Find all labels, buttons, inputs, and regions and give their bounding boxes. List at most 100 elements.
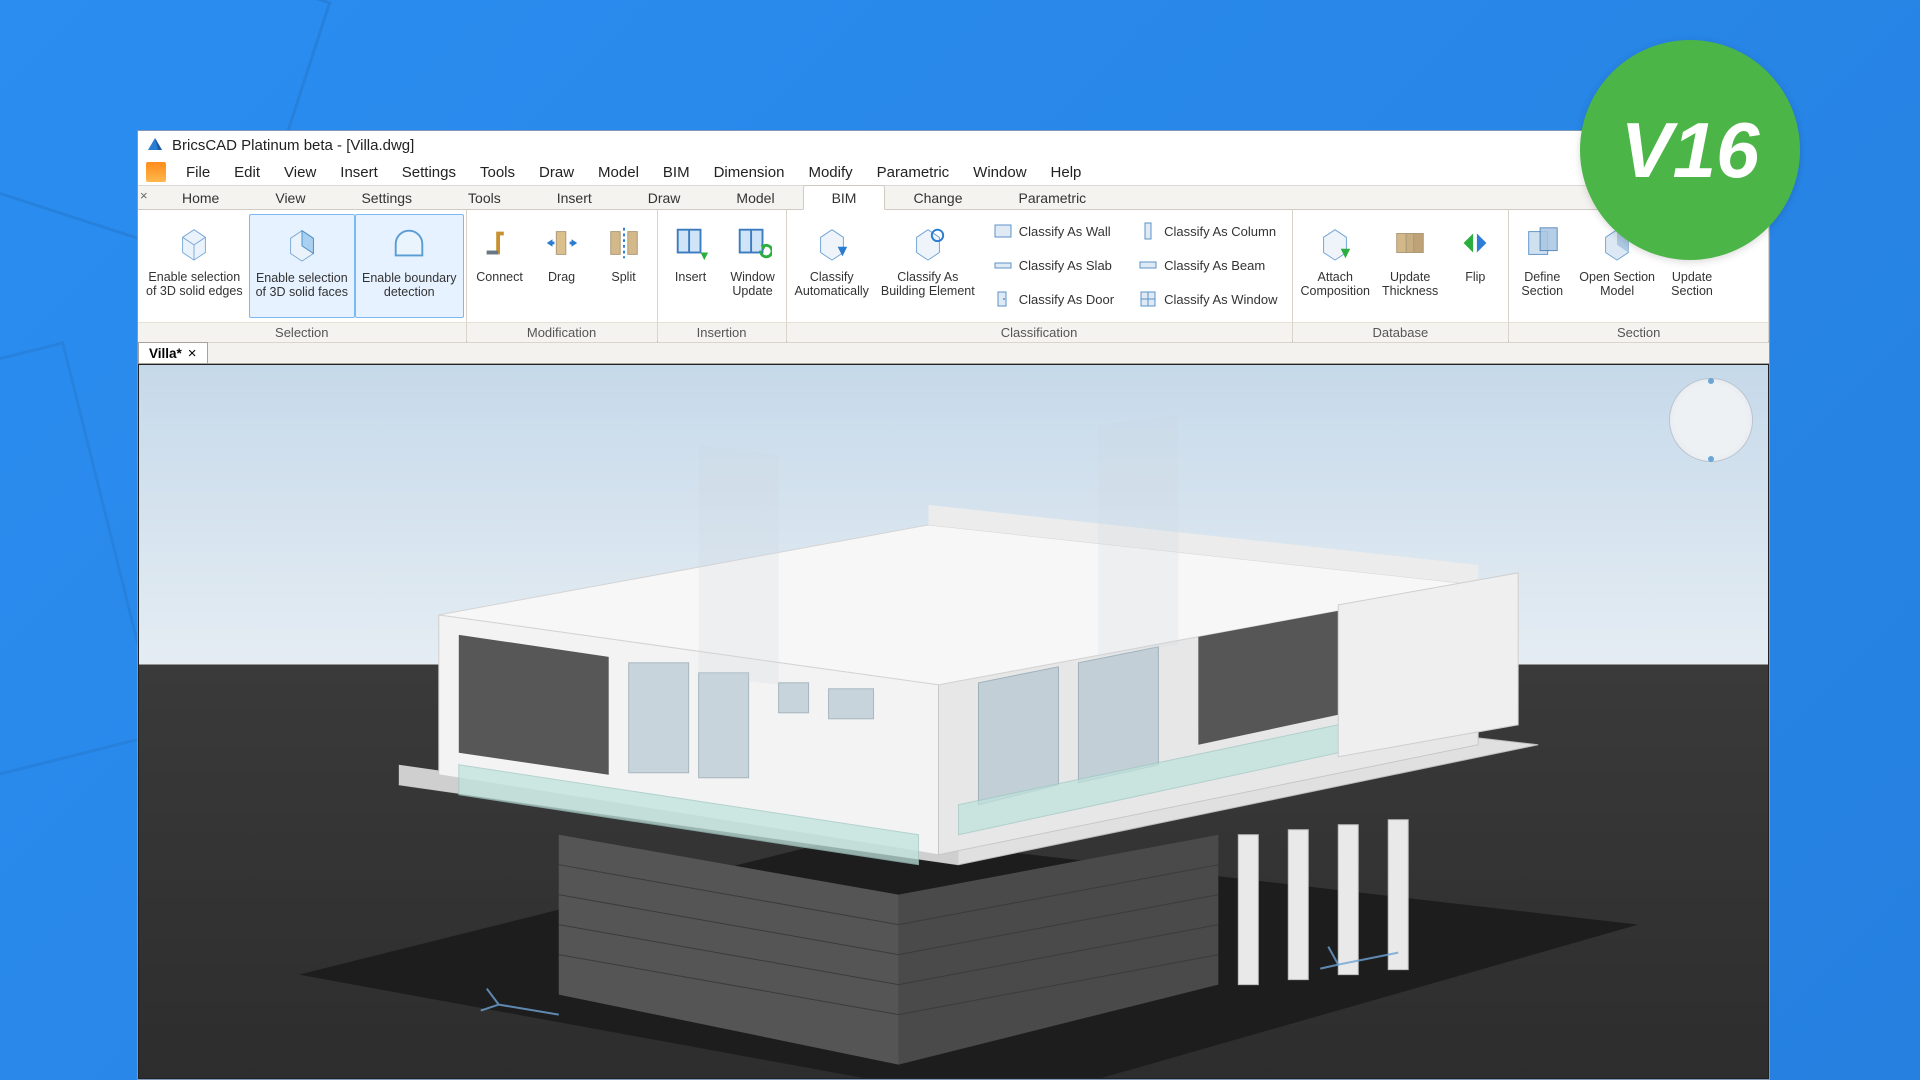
menu-insert[interactable]: Insert bbox=[328, 160, 390, 185]
lbl: Thickness bbox=[1382, 284, 1438, 298]
btn-attach-composition[interactable]: AttachComposition bbox=[1295, 214, 1376, 318]
btn-update-thickness[interactable]: UpdateThickness bbox=[1376, 214, 1444, 318]
menu-parametric[interactable]: Parametric bbox=[865, 160, 962, 185]
connect-icon bbox=[479, 222, 521, 264]
document-tab-strip bbox=[208, 342, 1769, 363]
lbl: Classify As Door bbox=[1019, 292, 1114, 307]
group-label-database: Database bbox=[1293, 322, 1509, 342]
menu-modify[interactable]: Modify bbox=[796, 160, 864, 185]
lbl: Open Section bbox=[1579, 270, 1655, 284]
split-icon bbox=[603, 222, 645, 264]
btn-classify-auto[interactable]: ClassifyAutomatically bbox=[789, 214, 875, 318]
lbl: Update bbox=[1390, 270, 1430, 284]
lbl: Classify As bbox=[897, 270, 958, 284]
btn-enable-boundary-detection[interactable]: Enable boundarydetection bbox=[355, 214, 464, 318]
lbl: Attach bbox=[1318, 270, 1353, 284]
window-icon bbox=[1138, 289, 1158, 309]
btn-classify-window[interactable]: Classify As Window bbox=[1132, 284, 1283, 314]
cube-edge-icon bbox=[173, 222, 215, 264]
btn-insert[interactable]: Insert bbox=[660, 214, 722, 318]
document-tab[interactable]: Villa* × bbox=[138, 342, 208, 363]
ribbon-tab-parametric[interactable]: Parametric bbox=[991, 186, 1115, 209]
menu-tools[interactable]: Tools bbox=[468, 160, 527, 185]
btn-classify-building-element[interactable]: Classify AsBuilding Element bbox=[875, 214, 981, 318]
menu-window[interactable]: Window bbox=[961, 160, 1038, 185]
window-update-icon bbox=[732, 222, 774, 264]
lbl: Split bbox=[611, 270, 635, 284]
update-thickness-icon bbox=[1389, 222, 1431, 264]
menu-draw[interactable]: Draw bbox=[527, 160, 586, 185]
lbl: Enable selection bbox=[256, 271, 348, 285]
door-icon bbox=[993, 289, 1013, 309]
btn-classify-beam[interactable]: Classify As Beam bbox=[1132, 250, 1283, 280]
ribbon-tab-bim[interactable]: BIM bbox=[803, 185, 886, 210]
btn-enable-sel-faces[interactable]: Enable selectionof 3D solid faces bbox=[249, 214, 355, 318]
btn-connect[interactable]: Connect bbox=[469, 214, 531, 318]
ribbon-tab-change[interactable]: Change bbox=[885, 186, 990, 209]
version-badge-text: V16 bbox=[1621, 105, 1760, 196]
window-title: BricsCAD Platinum beta - [Villa.dwg] bbox=[172, 137, 414, 154]
menu-view[interactable]: View bbox=[272, 160, 328, 185]
menu-edit[interactable]: Edit bbox=[222, 160, 272, 185]
group-label-section: Section bbox=[1509, 322, 1768, 342]
ribbon-tab-model[interactable]: Model bbox=[708, 186, 802, 209]
ribbon-tab-settings[interactable]: Settings bbox=[333, 186, 440, 209]
lbl: Insert bbox=[675, 270, 706, 284]
ribbon-tab-home[interactable]: Home bbox=[154, 186, 247, 209]
menu-dimension[interactable]: Dimension bbox=[702, 160, 797, 185]
lbl: Composition bbox=[1301, 284, 1370, 298]
ribbon-group-selection: Enable selectionof 3D solid edges Enable… bbox=[138, 210, 467, 341]
lbl: Classify As Window bbox=[1164, 292, 1277, 307]
btn-split[interactable]: Split bbox=[593, 214, 655, 318]
define-section-icon bbox=[1521, 222, 1563, 264]
lbl: Building Element bbox=[881, 284, 975, 298]
btn-classify-wall[interactable]: Classify As Wall bbox=[987, 216, 1120, 246]
ribbon: Enable selectionof 3D solid edges Enable… bbox=[138, 210, 1769, 342]
btn-enable-sel-edges[interactable]: Enable selectionof 3D solid edges bbox=[140, 214, 249, 318]
ribbon-tab-insert[interactable]: Insert bbox=[529, 186, 620, 209]
app-menu-icon[interactable] bbox=[146, 162, 166, 182]
menu-model[interactable]: Model bbox=[586, 160, 651, 185]
ribbon-tab-tools[interactable]: Tools bbox=[440, 186, 529, 209]
menu-file[interactable]: File bbox=[174, 160, 222, 185]
lbl: Classify As Beam bbox=[1164, 258, 1265, 273]
btn-drag[interactable]: Drag bbox=[531, 214, 593, 318]
group-label-insertion: Insertion bbox=[658, 322, 786, 342]
lbl: Enable boundary bbox=[362, 271, 457, 285]
ribbon-group-insertion: Insert WindowUpdate Insertion bbox=[658, 210, 787, 341]
btn-classify-slab[interactable]: Classify As Slab bbox=[987, 250, 1120, 280]
lbl: of 3D solid edges bbox=[146, 284, 243, 298]
lbl: Automatically bbox=[795, 284, 869, 298]
close-icon[interactable]: × bbox=[188, 345, 197, 362]
document-tab-bar: Villa* × bbox=[138, 342, 1769, 364]
slab-icon bbox=[993, 255, 1013, 275]
btn-flip[interactable]: Flip bbox=[1444, 214, 1506, 318]
lbl: detection bbox=[384, 285, 435, 299]
menu-bim[interactable]: BIM bbox=[651, 160, 702, 185]
lbl: Enable selection bbox=[148, 270, 240, 284]
btn-classify-column[interactable]: Classify As Column bbox=[1132, 216, 1283, 246]
ribbon-close-icon[interactable]: × bbox=[140, 188, 148, 203]
app-logo-icon bbox=[146, 136, 164, 154]
btn-classify-door[interactable]: Classify As Door bbox=[987, 284, 1120, 314]
titlebar[interactable]: BricsCAD Platinum beta - [Villa.dwg] bbox=[138, 131, 1769, 159]
ribbon-tab-view[interactable]: View bbox=[247, 186, 333, 209]
drag-icon bbox=[541, 222, 583, 264]
column-icon bbox=[1138, 221, 1158, 241]
attach-composition-icon bbox=[1314, 222, 1356, 264]
lbl: Drag bbox=[548, 270, 575, 284]
insert-window-icon bbox=[670, 222, 712, 264]
document-tab-title: Villa* bbox=[149, 346, 182, 361]
lbl: Classify As Column bbox=[1164, 224, 1276, 239]
lbl: Model bbox=[1600, 284, 1634, 298]
beam-icon bbox=[1138, 255, 1158, 275]
menubar: File Edit View Insert Settings Tools Dra… bbox=[138, 159, 1769, 186]
menu-help[interactable]: Help bbox=[1039, 160, 1094, 185]
model-viewport[interactable] bbox=[138, 364, 1769, 1079]
boundary-icon bbox=[388, 223, 430, 265]
btn-window-update[interactable]: WindowUpdate bbox=[722, 214, 784, 318]
menu-settings[interactable]: Settings bbox=[390, 160, 468, 185]
ribbon-tab-draw[interactable]: Draw bbox=[620, 186, 709, 209]
btn-define-section[interactable]: DefineSection bbox=[1511, 214, 1573, 318]
app-window: BricsCAD Platinum beta - [Villa.dwg] Fil… bbox=[137, 130, 1770, 1080]
